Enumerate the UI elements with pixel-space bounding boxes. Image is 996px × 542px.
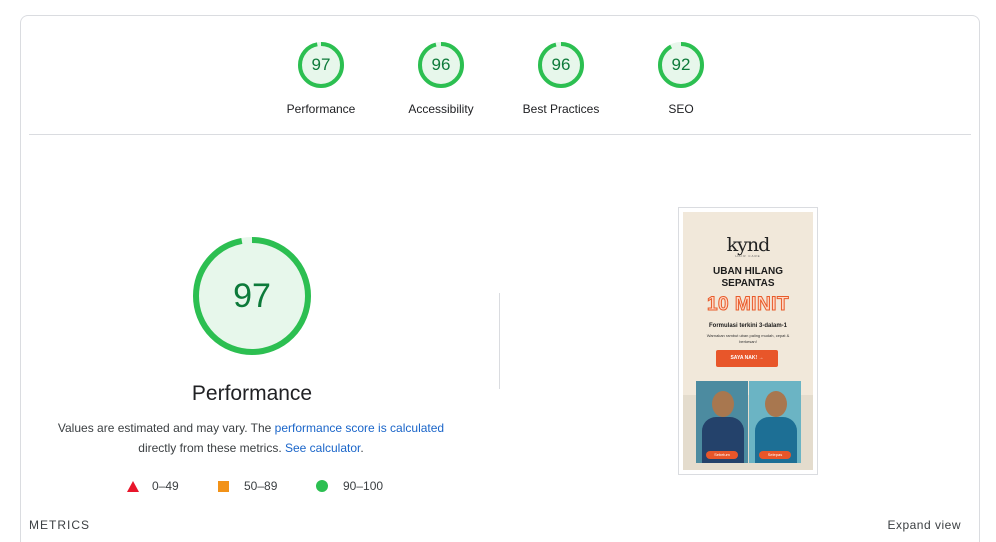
legend-pass-range: 90–100 bbox=[343, 479, 384, 493]
ad-headline-2: SEPANTAS bbox=[721, 278, 775, 289]
legend-fail: 0–49 bbox=[127, 479, 179, 493]
performance-main-score: 97 bbox=[233, 277, 271, 315]
performance-score-link[interactable]: performance score is calculated bbox=[275, 421, 444, 435]
summary-divider bbox=[29, 134, 971, 135]
gauge-accessibility-label: Accessibility bbox=[408, 102, 474, 116]
final-screenshot[interactable]: kynd HAIR CARE UBAN HILANG SEPANTAS 10 M… bbox=[678, 207, 818, 475]
gauge-performance-label: Performance bbox=[286, 102, 356, 116]
gauge-best-practices-label: Best Practices bbox=[522, 102, 600, 116]
square-icon bbox=[218, 480, 229, 492]
screenshot-ad-content: kynd HAIR CARE UBAN HILANG SEPANTAS 10 M… bbox=[683, 212, 813, 470]
person-head-before bbox=[712, 391, 734, 417]
ad-big-text: 10 MINIT bbox=[706, 294, 790, 316]
metrics-heading: METRICS bbox=[29, 518, 90, 532]
ad-headline: UBAN HILANG SEPANTAS bbox=[683, 266, 813, 290]
ad-tag-after: Selepas bbox=[759, 451, 791, 459]
expand-view-button[interactable]: Expand view bbox=[887, 518, 961, 532]
ad-brand-logo: kynd bbox=[726, 234, 771, 256]
gauge-best-practices[interactable]: 96 Best Practices bbox=[501, 40, 621, 116]
legend-pass: 90–100 bbox=[316, 479, 383, 493]
circle-icon bbox=[316, 480, 328, 492]
ad-small-text: Warnakan rambut uban paling mudah, cepat… bbox=[706, 333, 790, 344]
vertical-divider bbox=[499, 293, 500, 389]
legend-average-range: 50–89 bbox=[244, 479, 278, 493]
lighthouse-report-card: 97 Performance 96 Accessibility 96 Best … bbox=[20, 15, 980, 542]
ad-cta-button: SAYA NAK! → bbox=[716, 350, 778, 367]
gauge-seo[interactable]: 92 SEO bbox=[621, 40, 741, 116]
ad-tag-before: Sebelum bbox=[706, 451, 738, 459]
gauge-performance[interactable]: 97 Performance bbox=[261, 40, 381, 116]
gauge-accessibility[interactable]: 96 Accessibility bbox=[381, 40, 501, 116]
ad-photo-before: Sebelum bbox=[696, 381, 748, 463]
ad-brand-sub: HAIR CARE bbox=[735, 254, 761, 258]
performance-title: Performance bbox=[191, 382, 313, 405]
ad-photo-after: Selepas bbox=[749, 381, 801, 463]
person-head-after bbox=[765, 391, 787, 417]
desc-suffix: . bbox=[360, 441, 364, 455]
legend-average: 50–89 bbox=[218, 479, 277, 493]
gauge-accessibility-score: 96 bbox=[431, 55, 451, 74]
performance-description: Values are estimated and may vary. The p… bbox=[51, 418, 451, 458]
legend-fail-range: 0–49 bbox=[152, 479, 179, 493]
see-calculator-link[interactable]: See calculator bbox=[285, 441, 360, 455]
ad-headline-1: UBAN HILANG bbox=[713, 266, 783, 277]
triangle-icon bbox=[127, 480, 139, 492]
desc-mid: directly from these metrics. bbox=[138, 441, 285, 455]
gauge-performance-score: 97 bbox=[311, 55, 331, 74]
gauge-seo-score: 92 bbox=[671, 55, 691, 74]
summary-gauges: 97 Performance 96 Accessibility 96 Best … bbox=[21, 16, 979, 136]
gauge-best-practices-score: 96 bbox=[551, 55, 571, 74]
ad-formula: Formulasi terkini 3-dalam-1 bbox=[708, 323, 788, 329]
desc-prefix: Values are estimated and may vary. The bbox=[57, 421, 275, 435]
gauge-seo-label: SEO bbox=[668, 102, 694, 116]
